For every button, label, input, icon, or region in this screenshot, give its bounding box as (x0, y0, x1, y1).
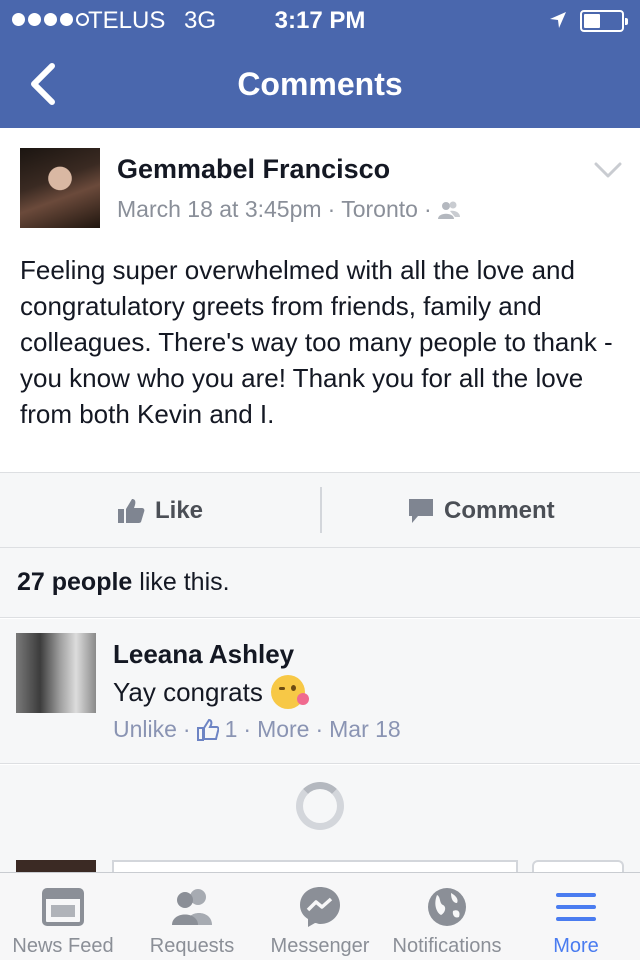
unlike-link[interactable]: Unlike (113, 716, 177, 743)
loading-area (0, 765, 640, 880)
globe-icon (428, 888, 466, 926)
friends-icon (437, 201, 460, 219)
likes-summary[interactable]: 27 people like this. (0, 548, 640, 618)
thumbs-up-icon (118, 499, 145, 523)
location-arrow-icon (550, 12, 566, 28)
comment-body: Yay congrats (113, 676, 263, 707)
messenger-icon (300, 887, 340, 927)
likes-count: 27 people (17, 568, 133, 596)
tab-more[interactable]: More (520, 873, 632, 960)
comment-meta: Unlike · 1 · More · Mar 18 (113, 716, 401, 743)
post-location[interactable]: Toronto (341, 196, 418, 223)
meta-separator: · (423, 196, 432, 222)
commenter-avatar[interactable] (16, 633, 96, 713)
tab-news-feed[interactable]: News Feed (0, 873, 126, 960)
like-label: Like (155, 497, 204, 524)
commenter-name[interactable]: Leeana Ashley (113, 639, 294, 670)
likes-suffix: like this. (139, 568, 230, 596)
navigation-bar: Comments (0, 40, 640, 128)
news-feed-icon (42, 888, 84, 926)
post-body-text: Feeling super overwhelmed with all the l… (20, 255, 613, 429)
post-date[interactable]: March 18 at 3:45pm (117, 196, 322, 223)
status-time: 3:17 PM (274, 7, 366, 34)
comment-text: Yay congrats (113, 675, 309, 709)
tab-bar: News Feed Requests Messenger Notificatio… (0, 872, 640, 960)
post-header: Gemmabel Francisco March 18 at 3:45pm · … (0, 128, 640, 228)
tab-notifications[interactable]: Notifications (384, 873, 510, 960)
meta-separator: · (315, 716, 324, 742)
menu-icon (556, 893, 596, 921)
tab-messenger[interactable]: Messenger (262, 873, 378, 960)
comment-button[interactable]: Comment (408, 473, 555, 549)
actions-divider (320, 487, 322, 533)
author-avatar[interactable] (20, 148, 100, 228)
post-actions: Like Comment (0, 472, 640, 548)
tab-requests[interactable]: Requests (130, 873, 254, 960)
post-meta: March 18 at 3:45pm · Toronto · (117, 196, 460, 223)
comment-like-count[interactable]: 1 (225, 716, 238, 743)
loading-spinner-icon (296, 782, 344, 830)
battery-icon (580, 10, 628, 32)
speech-bubble-icon (409, 499, 433, 523)
meta-separator: · (243, 716, 252, 742)
status-bar: TELUS 3G 3:17 PM (0, 0, 640, 40)
meta-separator: · (182, 716, 191, 742)
tab-label: Notifications (392, 935, 502, 957)
like-button[interactable]: Like (117, 473, 203, 549)
tab-label: Messenger (270, 935, 370, 957)
comment-item: Leeana Ashley Yay congrats Unlike · 1 · … (0, 619, 640, 764)
meta-separator: · (327, 196, 336, 222)
tab-label: More (553, 935, 599, 957)
chevron-down-icon[interactable] (594, 160, 622, 180)
page-title: Comments (237, 66, 403, 102)
post-author-name[interactable]: Gemmabel Francisco (117, 154, 390, 185)
tab-label: Requests (149, 935, 235, 957)
more-link[interactable]: More (257, 716, 309, 743)
comment-label: Comment (444, 497, 555, 524)
tab-label: News Feed (12, 935, 114, 957)
comment-date: Mar 18 (329, 716, 401, 742)
thumbs-up-outline-icon (196, 718, 219, 741)
friend-requests-icon (172, 889, 212, 925)
kissing-face-emoji-icon (270, 675, 309, 709)
